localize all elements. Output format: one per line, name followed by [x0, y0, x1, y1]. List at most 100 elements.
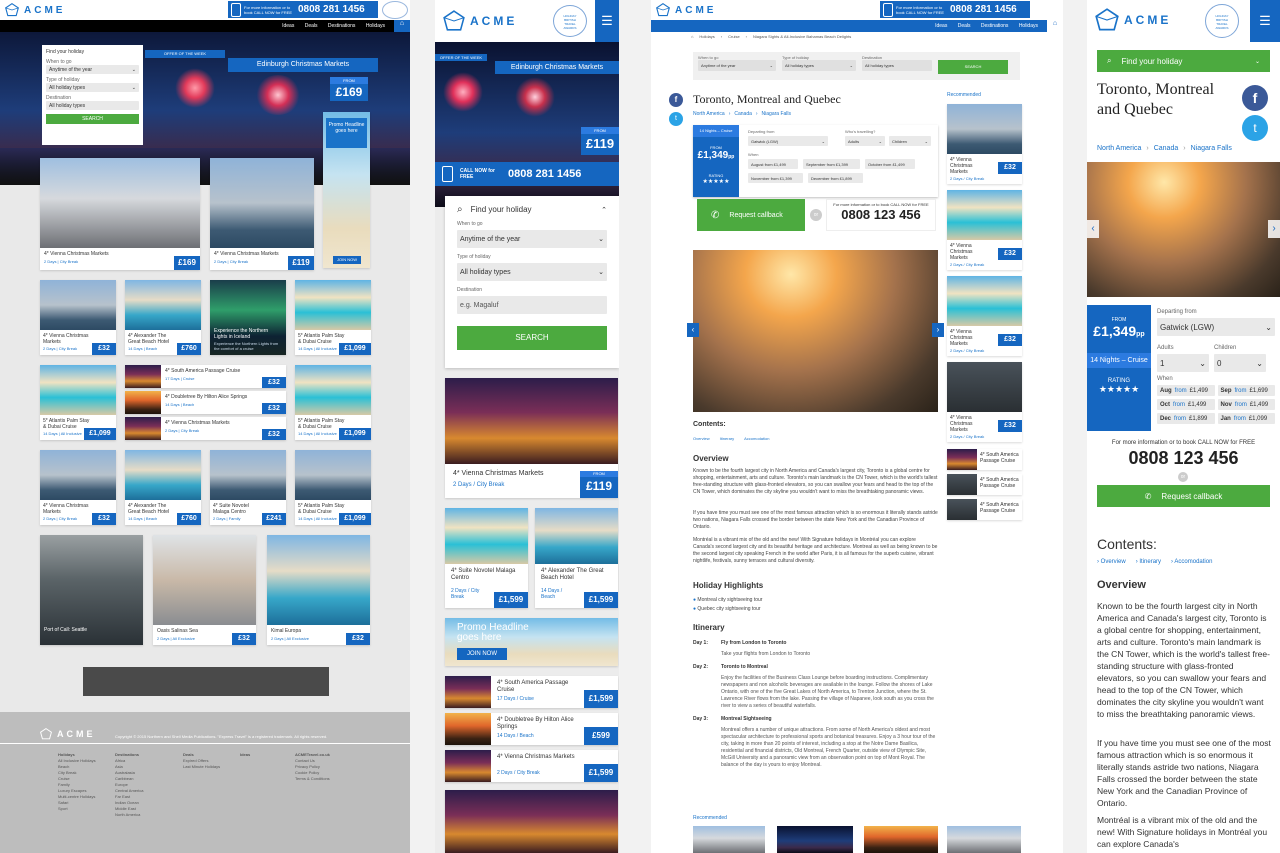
- facebook-icon[interactable]: f: [1242, 85, 1268, 111]
- recommended-list-item[interactable]: 4* South America Passage Cruise: [947, 499, 1022, 520]
- search-button[interactable]: SEARCH: [938, 60, 1008, 74]
- acme-logo[interactable]: ACME: [443, 10, 517, 32]
- destination-select[interactable]: All holiday types: [862, 60, 932, 71]
- date-option[interactable]: August from £1,499: [748, 159, 798, 169]
- contents-link[interactable]: › Itinerary: [1136, 559, 1161, 565]
- ad-banner[interactable]: [83, 667, 329, 696]
- deal-card[interactable]: 4* Suite Novotel Malaga Centro 2 Days | …: [210, 450, 286, 525]
- deal-card[interactable]: 5* Atlantis Palm Stay & Dubai Cruise 14 …: [295, 450, 371, 525]
- recommended-card[interactable]: 4* Vienna Christmas Markets 2 Days / Cit…: [947, 362, 1022, 442]
- deal-card[interactable]: Kimal Europa 2 Days | All Exclusive £32: [267, 535, 370, 645]
- nav-holidays[interactable]: Holidays: [1019, 23, 1038, 29]
- list-item[interactable]: 4* Doubletree By Hilton Alice Springs 14…: [445, 713, 618, 745]
- date-option[interactable]: Dec from £1,899: [1157, 413, 1215, 424]
- recommended-list-item[interactable]: 4* South America Passage Cruise: [947, 474, 1022, 495]
- gallery-prev-icon[interactable]: ‹: [687, 323, 699, 337]
- gallery-image[interactable]: ‹ ›: [687, 250, 944, 412]
- search-button[interactable]: SEARCH: [457, 326, 607, 350]
- children-select[interactable]: 0 ⌄: [1214, 354, 1266, 372]
- recommended-card[interactable]: 4* Vienna Christmas Markets 2 Days / Cit…: [947, 276, 1022, 356]
- recommended-card[interactable]: 4* Vienna Christmas Markets 2 Days / Cit…: [947, 190, 1022, 270]
- hero-price[interactable]: FROM £119: [581, 127, 619, 155]
- deal-card[interactable]: 5* Atlantis Palm Stay & Dubai Cruise 14 …: [295, 280, 371, 355]
- recommended-image[interactable]: [947, 826, 1021, 853]
- type-select[interactable]: All holiday types ⌄: [782, 60, 856, 71]
- gallery-next-icon[interactable]: ›: [1268, 220, 1280, 238]
- footer-link[interactable]: North America: [115, 812, 143, 818]
- adults-select[interactable]: 1 ⌄: [1157, 354, 1209, 372]
- when-select[interactable]: Anytime of the year ⌄: [457, 230, 607, 248]
- contents-link[interactable]: › Overview: [1097, 559, 1126, 565]
- when-select[interactable]: Anytime of the year ⌄: [698, 60, 776, 71]
- home-icon[interactable]: ⌂: [691, 34, 693, 39]
- acme-logo[interactable]: ACME: [5, 3, 65, 17]
- phone-badge[interactable]: For more information or to book CALL NOW…: [880, 1, 1030, 18]
- departing-select[interactable]: Gatwick (LGW) ⌄: [748, 136, 828, 146]
- deal-card[interactable]: Oasis Salinas Sea 2 Days | All Exclusive…: [153, 535, 256, 645]
- deal-card[interactable]: 4* Vienna Christmas Markets 2 Days | Cit…: [40, 450, 116, 525]
- date-option[interactable]: Nov from £1,499: [1217, 399, 1275, 410]
- destination-select[interactable]: All holiday types: [46, 101, 139, 110]
- nav-holidays[interactable]: Holidays: [366, 23, 385, 29]
- contents-link[interactable]: Accomodation: [744, 436, 769, 441]
- footer-link[interactable]: Terms & Conditions: [295, 776, 330, 782]
- date-option[interactable]: Aug from £1,499: [1157, 385, 1215, 396]
- recommended-image[interactable]: [693, 826, 765, 853]
- home-icon[interactable]: ⌂: [1047, 20, 1063, 32]
- nav-destinations[interactable]: Destinations: [981, 23, 1009, 29]
- join-now-button[interactable]: JOIN NOW: [333, 256, 361, 264]
- deal-card[interactable]: 4* Alexander The Great Beach Hotel 14 Da…: [125, 450, 201, 525]
- type-select[interactable]: All holiday types ⌄: [46, 83, 139, 92]
- children-select[interactable]: Children ⌄: [889, 136, 931, 146]
- search-header[interactable]: ⌕ Find your holiday ⌃: [457, 204, 607, 215]
- breadcrumb-item[interactable]: Holidays: [699, 34, 714, 39]
- adults-select[interactable]: Adults ⌄: [845, 136, 885, 146]
- article-card[interactable]: [445, 790, 618, 853]
- location-link[interactable]: North America: [1097, 145, 1141, 152]
- deal-card[interactable]: 4* Suite Novotel Malaga Centro 2 Days / …: [445, 508, 528, 608]
- type-select[interactable]: All holiday types ⌄: [457, 263, 607, 281]
- call-box[interactable]: For more information or to book CALL NOW…: [826, 199, 936, 231]
- recommended-list-item[interactable]: 4* South America Passage Cruise: [947, 449, 1022, 470]
- contents-link[interactable]: Itinerary: [720, 436, 734, 441]
- request-callback-button[interactable]: ✆ Request callback: [697, 199, 805, 231]
- location-link[interactable]: Canada: [1154, 145, 1179, 152]
- twitter-icon[interactable]: t: [669, 112, 683, 126]
- hero-price[interactable]: FROM £169: [330, 77, 368, 101]
- find-holiday-toggle[interactable]: ⌕ Find your holiday ⌄: [1097, 50, 1270, 72]
- search-button[interactable]: SEARCH: [46, 114, 139, 124]
- location-link[interactable]: North America: [693, 111, 725, 117]
- gallery-image[interactable]: ‹ ›: [1087, 162, 1280, 297]
- date-option[interactable]: November from £1,399: [748, 173, 803, 183]
- deal-card[interactable]: 5* Atlantis Palm Stay & Dubai Cruise 14 …: [40, 365, 116, 440]
- phone-badge[interactable]: CALL NOW for FREE 0808 281 1456: [435, 162, 619, 186]
- departing-select[interactable]: Gatwick (LGW) ⌄: [1157, 318, 1275, 336]
- request-callback-button[interactable]: ✆ Request callback: [1097, 485, 1270, 507]
- deal-card[interactable]: 4* Alexander The Great Beach Hotel 14 Da…: [125, 280, 201, 355]
- hero-title[interactable]: Edinburgh Christmas Markets: [228, 58, 378, 72]
- date-option[interactable]: September from £1,399: [803, 159, 860, 169]
- recommended-card[interactable]: 4* Vienna Christmas Markets 2 Days / Cit…: [947, 104, 1022, 184]
- acme-logo[interactable]: ACME: [1095, 8, 1171, 32]
- deal-card[interactable]: 4* Alexander The Great Beach Hotel 14 Da…: [535, 508, 618, 608]
- footer-link[interactable]: Last Minute Holidays: [183, 764, 220, 770]
- location-link[interactable]: Niagara Falls: [1191, 145, 1232, 152]
- date-option[interactable]: Sep from £1,699: [1217, 385, 1275, 396]
- menu-icon[interactable]: ☰: [1250, 0, 1280, 42]
- menu-icon[interactable]: ☰: [595, 0, 619, 42]
- breadcrumb-item[interactable]: Niagara Sights & All-Inclusive Bahamas B…: [753, 34, 851, 39]
- twitter-icon[interactable]: t: [1242, 115, 1268, 141]
- list-item[interactable]: 4* Vienna Christmas Markets 2 Days / Cit…: [445, 750, 618, 782]
- deal-card[interactable]: 4* Vienna Christmas Markets 2 Days / Cit…: [445, 378, 618, 498]
- acme-logo[interactable]: ACME: [656, 3, 716, 17]
- date-option[interactable]: October from £1,499: [865, 159, 915, 169]
- nav-deals[interactable]: Deals: [958, 23, 971, 29]
- nav-deals[interactable]: Deals: [305, 23, 318, 29]
- facebook-icon[interactable]: f: [669, 93, 683, 107]
- location-link[interactable]: Canada: [734, 111, 752, 117]
- date-option[interactable]: Oct from £1,499: [1157, 399, 1215, 410]
- list-item[interactable]: 4* Vienna Christmas Markets 2 Days | Cit…: [125, 417, 286, 440]
- list-item[interactable]: 4* South America Passage Cruise 17 Days …: [125, 365, 286, 388]
- promo-card-northern-lights[interactable]: Experience the Northern Lights in Icelan…: [210, 280, 286, 355]
- deal-card[interactable]: 5* Atlantis Palm Stay & Dubai Cruise 14 …: [295, 365, 371, 440]
